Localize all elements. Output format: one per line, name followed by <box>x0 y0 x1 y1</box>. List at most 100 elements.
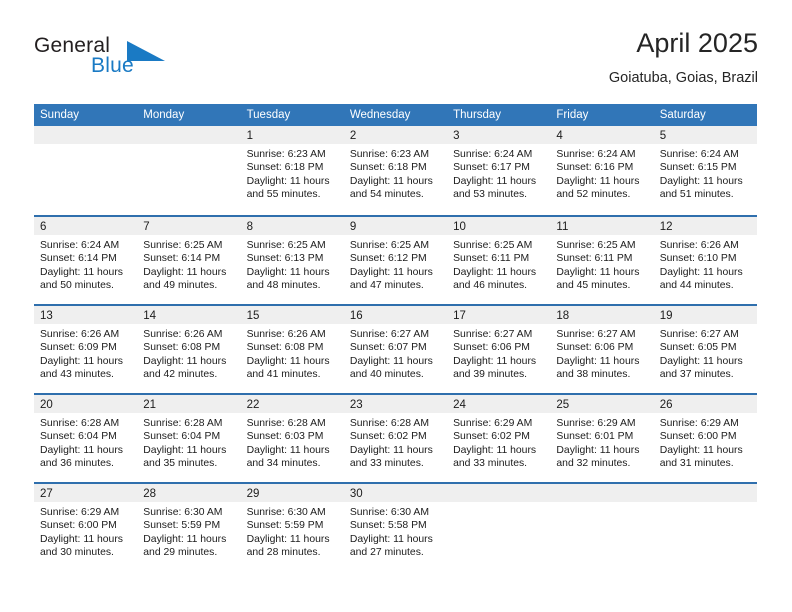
daylight-text-line2: and 55 minutes. <box>246 189 321 201</box>
day-number-band: 15 <box>240 306 344 324</box>
calendar-day-cell-empty <box>447 484 551 571</box>
day-number-band: 26 <box>653 395 757 413</box>
daylight-text-line1: Daylight: 11 hours <box>453 355 537 367</box>
sunset-text: Sunset: 6:17 PM <box>453 162 530 174</box>
sunrise-text: Sunrise: 6:23 AM <box>349 149 429 160</box>
calendar-day-cell[interactable]: 19 Sunrise: 6:27 AM Sunset: 6:05 PM Dayligh… <box>653 306 757 393</box>
calendar-day-cell[interactable]: 11 Sunrise: 6:25 AM Sunset: 6:11 PM Dayligh… <box>550 217 654 304</box>
calendar-day-cell[interactable]: 24 Sunrise: 6:29 AM Sunset: 6:02 PM Dayligh… <box>447 395 551 482</box>
day-number-band: 19 <box>653 306 757 324</box>
daylight-text-line1: Daylight: 11 hours <box>246 444 330 456</box>
calendar-day-cell[interactable]: 15 Sunrise: 6:26 AM Sunset: 6:08 PM Dayligh… <box>240 306 344 393</box>
day-number: 29 <box>246 488 260 500</box>
calendar-day-cell[interactable]: 3 Sunrise: 6:24 AM Sunset: 6:17 PM Daylight… <box>447 126 551 215</box>
calendar-day-cell[interactable]: 8 Sunrise: 6:25 AM Sunset: 6:13 PM Daylight… <box>240 217 344 304</box>
day-details: Sunrise: 6:28 AM Sunset: 6:04 PM Daylight:… <box>34 413 137 471</box>
daylight-text-line2: and 35 minutes. <box>143 458 218 470</box>
day-details: Sunrise: 6:30 AM Sunset: 5:59 PM Daylight:… <box>241 502 344 560</box>
sunrise-text: Sunrise: 6:29 AM <box>453 418 533 429</box>
calendar-day-cell[interactable]: 16 Sunrise: 6:27 AM Sunset: 6:07 PM Dayligh… <box>343 306 448 393</box>
day-details: Sunrise: 6:29 AM Sunset: 6:01 PM Daylight:… <box>550 413 653 471</box>
daylight-text-line2: and 28 minutes. <box>246 547 321 559</box>
daylight-text-line1: Daylight: 11 hours <box>40 266 123 278</box>
day-number-band: 14 <box>137 306 241 324</box>
day-details: Sunrise: 6:25 AM Sunset: 6:11 PM Daylight:… <box>447 235 550 293</box>
general-blue-logo[interactable]: General Blue <box>34 34 174 84</box>
sunset-text: Sunset: 5:59 PM <box>143 520 221 532</box>
daylight-text-line1: Daylight: 11 hours <box>556 355 640 367</box>
calendar-day-cell[interactable]: 10 Sunrise: 6:25 AM Sunset: 6:11 PM Dayligh… <box>447 217 551 304</box>
sunset-text: Sunset: 6:14 PM <box>40 253 117 265</box>
calendar-day-cell[interactable]: 6 Sunrise: 6:24 AM Sunset: 6:14 PM Daylight… <box>34 217 138 304</box>
sunrise-text: Sunrise: 6:26 AM <box>659 240 739 251</box>
dow-wednesday: Wednesday <box>349 109 411 121</box>
day-number-band: 11 <box>550 217 654 235</box>
calendar-day-cell[interactable]: 25 Sunrise: 6:29 AM Sunset: 6:01 PM Dayligh… <box>550 395 654 482</box>
daylight-text-line2: and 37 minutes. <box>659 369 734 381</box>
calendar-day-cell[interactable]: 4 Sunrise: 6:24 AM Sunset: 6:16 PM Daylight… <box>550 126 654 215</box>
day-number-band: 8 <box>240 217 344 235</box>
sunrise-text: Sunrise: 6:24 AM <box>556 149 636 160</box>
sunrise-text: Sunrise: 6:29 AM <box>659 418 739 429</box>
sunset-text: Sunset: 6:01 PM <box>556 431 634 443</box>
calendar-day-cell[interactable]: 5 Sunrise: 6:24 AM Sunset: 6:15 PM Daylight… <box>653 126 757 215</box>
calendar-day-cell[interactable]: 13 Sunrise: 6:26 AM Sunset: 6:09 PM Dayligh… <box>34 306 138 393</box>
calendar-day-cell-empty <box>34 126 138 215</box>
sunrise-text: Sunrise: 6:23 AM <box>246 149 326 160</box>
daylight-text-line1: Daylight: 11 hours <box>143 355 227 367</box>
day-details: Sunrise: 6:28 AM Sunset: 6:02 PM Daylight:… <box>344 413 447 471</box>
calendar-day-cell[interactable]: 22 Sunrise: 6:28 AM Sunset: 6:03 PM Dayligh… <box>240 395 344 482</box>
sunrise-text: Sunrise: 6:28 AM <box>349 418 429 429</box>
day-number-band: 24 <box>447 395 551 413</box>
sunrise-text: Sunrise: 6:25 AM <box>349 240 429 251</box>
day-number-band: 7 <box>137 217 241 235</box>
dow-monday: Monday <box>143 109 185 121</box>
daylight-text-line1: Daylight: 11 hours <box>349 444 433 456</box>
sunset-text: Sunset: 6:04 PM <box>143 431 221 443</box>
daylight-text-line2: and 33 minutes. <box>349 458 424 470</box>
calendar-day-cell[interactable]: 23 Sunrise: 6:28 AM Sunset: 6:02 PM Dayligh… <box>343 395 448 482</box>
calendar-day-cell[interactable]: 9 Sunrise: 6:25 AM Sunset: 6:12 PM Daylight… <box>343 217 448 304</box>
day-details: Sunrise: 6:25 AM Sunset: 6:14 PM Daylight:… <box>137 235 240 293</box>
daylight-text-line1: Daylight: 11 hours <box>40 355 123 367</box>
daylight-text-line2: and 29 minutes. <box>143 547 218 559</box>
daylight-text-line1: Daylight: 11 hours <box>349 355 433 367</box>
calendar-day-cell[interactable]: 20 Sunrise: 6:28 AM Sunset: 6:04 PM Dayligh… <box>34 395 138 482</box>
calendar-day-cell[interactable]: 2 Sunrise: 6:23 AM Sunset: 6:18 PM Daylight… <box>343 126 448 215</box>
calendar-day-cell[interactable]: 18 Sunrise: 6:27 AM Sunset: 6:06 PM Dayligh… <box>550 306 654 393</box>
calendar-day-cell[interactable]: 30 Sunrise: 6:30 AM Sunset: 5:58 PM Dayligh… <box>343 484 448 571</box>
sunrise-text: Sunrise: 6:25 AM <box>143 240 223 251</box>
calendar-day-cell[interactable]: 17 Sunrise: 6:27 AM Sunset: 6:06 PM Dayligh… <box>447 306 551 393</box>
sunset-text: Sunset: 6:16 PM <box>556 162 634 174</box>
calendar-day-cell-empty <box>653 484 757 571</box>
sunset-text: Sunset: 6:02 PM <box>453 431 530 443</box>
calendar-day-cell[interactable]: 1 Sunrise: 6:23 AM Sunset: 6:18 PM Daylight… <box>240 126 344 215</box>
calendar-week-row: 13 Sunrise: 6:26 AM Sunset: 6:09 PM Dayligh… <box>34 304 757 393</box>
calendar-day-cell[interactable]: 26 Sunrise: 6:29 AM Sunset: 6:00 PM Dayligh… <box>653 395 757 482</box>
sunrise-text: Sunrise: 6:28 AM <box>246 418 326 429</box>
day-details: Sunrise: 6:26 AM Sunset: 6:08 PM Daylight:… <box>137 324 240 382</box>
sunrise-text: Sunrise: 6:27 AM <box>453 329 533 340</box>
day-details: Sunrise: 6:24 AM Sunset: 6:15 PM Daylight:… <box>654 144 757 202</box>
calendar-day-cell[interactable]: 14 Sunrise: 6:26 AM Sunset: 6:08 PM Dayligh… <box>137 306 241 393</box>
calendar-day-cell[interactable]: 27 Sunrise: 6:29 AM Sunset: 6:00 PM Dayligh… <box>34 484 138 571</box>
day-details: Sunrise: 6:26 AM Sunset: 6:10 PM Daylight:… <box>654 235 757 293</box>
calendar-day-cell[interactable]: 28 Sunrise: 6:30 AM Sunset: 5:59 PM Dayligh… <box>137 484 241 571</box>
day-of-week-header-row: Sunday Monday Tuesday Wednesday Thursday… <box>34 104 757 126</box>
sunset-text: Sunset: 6:10 PM <box>659 253 737 265</box>
daylight-text-line1: Daylight: 11 hours <box>246 175 330 187</box>
daylight-text-line1: Daylight: 11 hours <box>556 175 640 187</box>
calendar-day-cell[interactable]: 12 Sunrise: 6:26 AM Sunset: 6:10 PM Dayligh… <box>653 217 757 304</box>
sunset-text: Sunset: 6:06 PM <box>556 342 634 354</box>
calendar-grid: Sunday Monday Tuesday Wednesday Thursday… <box>34 104 757 571</box>
calendar-day-cell[interactable]: 7 Sunrise: 6:25 AM Sunset: 6:14 PM Daylight… <box>137 217 241 304</box>
day-number-band: 1 <box>240 126 344 144</box>
calendar-day-cell[interactable]: 29 Sunrise: 6:30 AM Sunset: 5:59 PM Dayligh… <box>240 484 344 571</box>
sunset-text: Sunset: 6:04 PM <box>40 431 117 443</box>
daylight-text-line2: and 32 minutes. <box>556 458 631 470</box>
day-number-band <box>447 484 551 502</box>
daylight-text-line2: and 40 minutes. <box>349 369 424 381</box>
daylight-text-line2: and 27 minutes. <box>349 547 424 559</box>
calendar-day-cell[interactable]: 21 Sunrise: 6:28 AM Sunset: 6:04 PM Dayligh… <box>137 395 241 482</box>
daylight-text-line2: and 30 minutes. <box>40 547 114 559</box>
